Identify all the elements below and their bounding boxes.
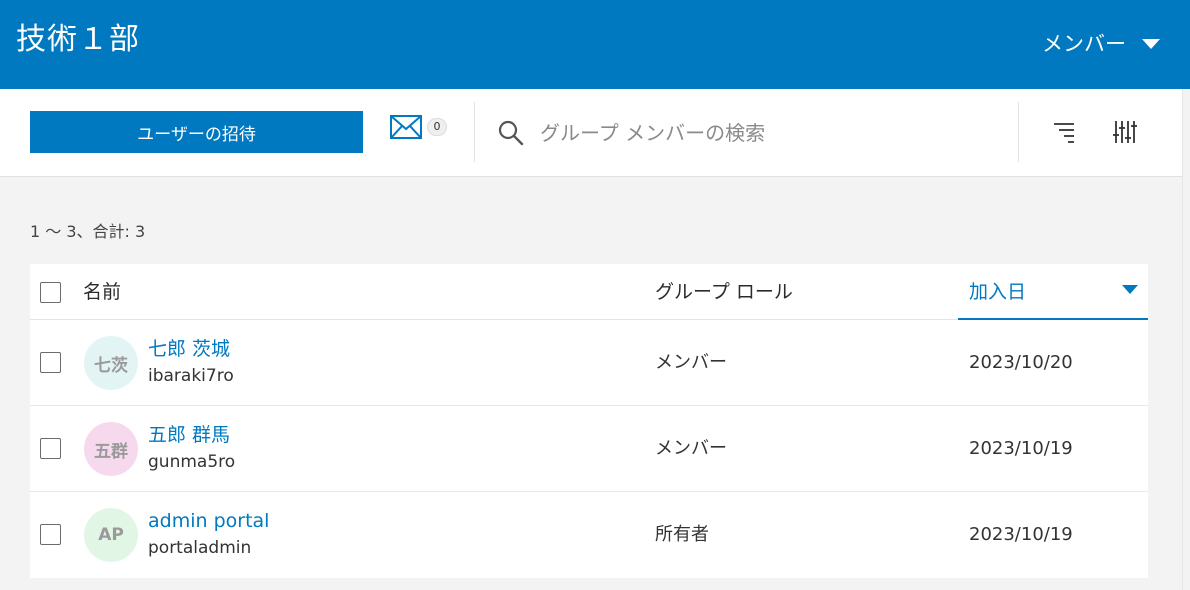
page-scrollbar[interactable] [1182,89,1190,590]
member-username: portaladmin [148,538,252,558]
group-header: 技術１部 メンバー [0,0,1190,89]
invite-users-button[interactable]: ユーザーの招待 [30,111,363,153]
invitations-button[interactable]: 0 [390,115,447,139]
member-joined-date: 2023/10/19 [969,524,1073,545]
toolbar: ユーザーの招待 0 [0,89,1190,177]
group-title: 技術１部 [16,22,140,57]
member-full-name-link[interactable]: 七郎 茨城 [148,336,230,362]
toolbar-divider [474,102,475,162]
caret-down-icon [1142,39,1160,49]
member-role: メンバー [655,438,727,459]
member-joined-date: 2023/10/19 [969,438,1073,459]
member-search-input[interactable] [540,111,1000,155]
column-header-joined-label: 加入日 [969,281,1027,303]
member-role: メンバー [655,352,727,373]
column-header-joined[interactable]: 加入日 [958,264,1148,320]
row-checkbox[interactable] [40,438,61,459]
row-checkbox[interactable] [40,352,61,373]
role-menu-dropdown[interactable]: メンバー [1042,28,1160,60]
role-menu-label: メンバー [1042,32,1126,56]
avatar: AP [84,508,138,562]
table-row: 七茨 七郎 茨城 ibaraki7ro メンバー 2023/10/20 [30,320,1148,406]
table-row: 五群 五郎 群馬 gunma5ro メンバー 2023/10/19 [30,406,1148,492]
filter-sliders-icon[interactable] [1112,119,1138,145]
select-all-checkbox[interactable] [40,282,61,303]
column-header-role[interactable]: グループ ロール [655,279,793,305]
member-joined-date: 2023/10/20 [969,352,1073,373]
envelope-icon [390,115,422,139]
avatar: 七茨 [84,336,138,390]
table-header: 名前 グループ ロール 加入日 [30,264,1148,320]
avatar: 五群 [84,422,138,476]
table-row: AP admin portal portaladmin 所有者 2023/10/… [30,492,1148,578]
members-table: 名前 グループ ロール 加入日 七茨 七郎 茨城 ibaraki7ro メンバー… [30,264,1148,578]
search-icon [498,120,524,146]
sort-descending-icon [1122,285,1138,294]
column-header-name[interactable]: 名前 [83,279,121,305]
row-checkbox[interactable] [40,524,61,545]
invitation-count-badge: 0 [427,118,447,136]
member-role: 所有者 [655,524,709,545]
member-username: gunma5ro [148,452,236,472]
member-full-name-link[interactable]: 五郎 群馬 [148,422,230,448]
member-username: ibaraki7ro [148,366,234,386]
toolbar-divider [1018,102,1019,162]
member-full-name-link[interactable]: admin portal [148,508,269,534]
sort-icon[interactable] [1052,121,1076,143]
result-count: 1 〜 3、合計: 3 [30,222,146,241]
